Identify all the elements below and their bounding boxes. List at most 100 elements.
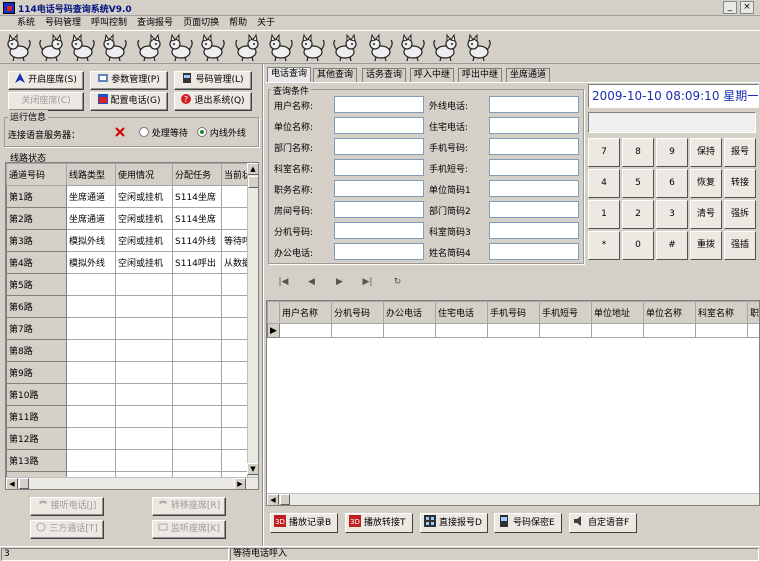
- table-row[interactable]: 第7路: [6, 317, 258, 340]
- table-row[interactable]: 第12路: [6, 427, 258, 450]
- keypad-key[interactable]: 6: [656, 169, 688, 198]
- scroll-down-arrow[interactable]: ▼: [247, 463, 258, 475]
- query-input-right[interactable]: [489, 117, 579, 134]
- keypad-key[interactable]: 恢复: [690, 169, 722, 198]
- cat-icon-8[interactable]: [232, 33, 262, 62]
- tab-phone-query[interactable]: 电话查询: [267, 67, 312, 82]
- keypad-key[interactable]: 重拨: [690, 231, 722, 260]
- config-phone-button[interactable]: 配置电话(G): [90, 92, 168, 111]
- keypad-key[interactable]: 清号: [690, 200, 722, 229]
- table-row[interactable]: 第9路: [6, 361, 258, 384]
- nav-first-button[interactable]: |◀: [270, 272, 297, 292]
- radio-wait[interactable]: 处理等待: [139, 126, 188, 139]
- results-col-header[interactable]: 用户名称: [279, 301, 332, 324]
- cat-icon-12[interactable]: [366, 33, 396, 62]
- keypad-key[interactable]: *: [588, 231, 620, 260]
- cat-icon-5[interactable]: [134, 33, 164, 62]
- menu-page-switch[interactable]: 页面切换: [178, 16, 224, 30]
- menu-query-report[interactable]: 查询报号: [132, 16, 178, 30]
- param-mgmt-button[interactable]: 参数管理(P): [90, 71, 168, 90]
- connect-call-button[interactable]: 接听电话[J]: [30, 497, 104, 516]
- keypad-key[interactable]: 保持: [690, 138, 722, 167]
- keypad-key[interactable]: 1: [588, 200, 620, 229]
- open-seat-button[interactable]: 开启座席(S): [8, 71, 84, 90]
- cat-icon-3[interactable]: [68, 33, 98, 62]
- cat-icon-13[interactable]: [398, 33, 428, 62]
- cat-icon-9[interactable]: [266, 33, 296, 62]
- play-transfer-button[interactable]: 3D 播放转接T: [345, 513, 413, 533]
- keypad-key[interactable]: 2: [622, 200, 654, 229]
- table-row[interactable]: 第13路: [6, 449, 258, 472]
- scroll-thumb[interactable]: [248, 176, 258, 188]
- table-row[interactable]: 第6路: [6, 295, 258, 318]
- table-row[interactable]: 第8路: [6, 339, 258, 362]
- scroll-left-arrow[interactable]: ◀: [6, 478, 18, 489]
- keypad-key[interactable]: 0: [622, 231, 654, 260]
- keypad-key[interactable]: 4: [588, 169, 620, 198]
- query-input-right[interactable]: [489, 243, 579, 260]
- query-input-left[interactable]: [334, 180, 424, 197]
- menu-about[interactable]: 关于: [252, 16, 280, 30]
- keypad-key[interactable]: 强拆: [724, 200, 756, 229]
- three-way-call-button[interactable]: 三方通话[T]: [30, 520, 104, 539]
- query-input-right[interactable]: [489, 222, 579, 239]
- query-input-left[interactable]: [334, 243, 424, 260]
- tab-inbound-trunk[interactable]: 呼入中继: [410, 68, 455, 82]
- play-record-button[interactable]: 3D 播放记录B: [270, 513, 338, 533]
- transfer-seat-button[interactable]: 转移座席[R]: [152, 497, 226, 516]
- results-col-header[interactable]: 职: [747, 301, 759, 324]
- query-input-right[interactable]: [489, 180, 579, 197]
- table-row[interactable]: 第11路: [6, 405, 258, 428]
- results-scroll-left-arrow[interactable]: ◀: [267, 494, 279, 505]
- direct-report-button[interactable]: 直接报号D: [420, 513, 488, 533]
- line-col-header[interactable]: 线路类型: [66, 163, 116, 186]
- menu-call-control[interactable]: 呼叫控制: [86, 16, 132, 30]
- keypad-key[interactable]: 7: [588, 138, 620, 167]
- keypad-key[interactable]: 强插: [724, 231, 756, 260]
- keypad-key[interactable]: 9: [656, 138, 688, 167]
- cat-icon-14[interactable]: [430, 33, 460, 62]
- tab-other-query[interactable]: 其他查询: [313, 68, 358, 82]
- keypad-key[interactable]: 8: [622, 138, 654, 167]
- table-row[interactable]: 第5路: [6, 273, 258, 296]
- results-col-header[interactable]: 单位地址: [591, 301, 644, 324]
- table-row[interactable]: 第2路 坐席通道 空闲或挂机 S114坐席: [6, 207, 258, 230]
- nav-refresh-button[interactable]: ↻: [384, 272, 411, 292]
- cat-icon-6[interactable]: [166, 33, 196, 62]
- results-hscroll-thumb[interactable]: [280, 494, 290, 505]
- cat-icon-4[interactable]: [100, 33, 130, 62]
- query-input-left[interactable]: [334, 159, 424, 176]
- line-col-header[interactable]: 使用情况: [115, 163, 173, 186]
- cat-icon-11[interactable]: [330, 33, 360, 62]
- menu-number-mgmt[interactable]: 号码管理: [40, 16, 86, 30]
- results-col-header[interactable]: 分机号码: [331, 301, 384, 324]
- query-input-right[interactable]: [489, 201, 579, 218]
- keypad-key[interactable]: 报号: [724, 138, 756, 167]
- query-input-left[interactable]: [334, 201, 424, 218]
- query-input-right[interactable]: [489, 159, 579, 176]
- radio-internal[interactable]: 内线外线: [197, 126, 246, 139]
- keypad-key[interactable]: 5: [622, 169, 654, 198]
- close-seat-button[interactable]: 关闭座席(C): [8, 92, 84, 111]
- line-col-header[interactable]: 分配任务: [172, 163, 222, 186]
- tab-seat-channel[interactable]: 坐席通道: [506, 68, 551, 82]
- results-col-header[interactable]: 办公电话: [383, 301, 436, 324]
- line-grid-vscroll[interactable]: ▲ ▼: [247, 163, 258, 477]
- table-row[interactable]: 第10路: [6, 383, 258, 406]
- line-col-header[interactable]: 通道号码: [6, 163, 67, 186]
- keypad-key[interactable]: 3: [656, 200, 688, 229]
- keypad-key[interactable]: #: [656, 231, 688, 260]
- cat-icon-7[interactable]: [198, 33, 228, 62]
- cat-icon-15[interactable]: [464, 33, 494, 62]
- exit-system-button[interactable]: ? 退出系统(Q): [174, 92, 252, 111]
- hscroll-thumb[interactable]: [19, 478, 29, 489]
- nav-prev-button[interactable]: ◀: [298, 272, 325, 292]
- query-input-left[interactable]: [334, 96, 424, 113]
- nav-next-button[interactable]: ▶: [326, 272, 353, 292]
- minimize-button[interactable]: _: [723, 1, 737, 14]
- custom-voice-button[interactable]: 自定语音F: [569, 513, 637, 533]
- close-button[interactable]: ×: [740, 1, 754, 14]
- monitor-seat-button[interactable]: 监听座席[K]: [152, 520, 226, 539]
- line-grid-hscroll[interactable]: ◀ ▶: [6, 477, 258, 489]
- results-col-header[interactable]: 科室名称: [695, 301, 748, 324]
